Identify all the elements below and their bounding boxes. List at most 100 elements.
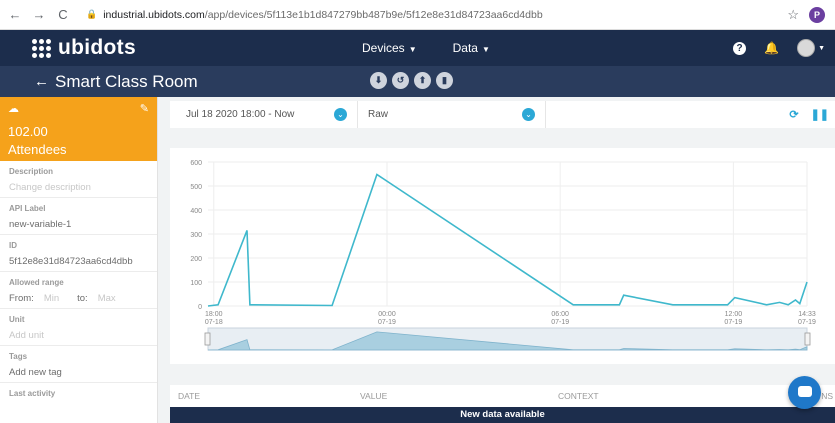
range-max-input[interactable]: Max [98, 293, 116, 304]
api-label-field: API Label new-variable-1 [0, 198, 157, 235]
forward-arrow-icon[interactable]: → [30, 7, 48, 22]
y-tick-label: 200 [190, 256, 202, 263]
device-header: ← Smart Class Room ⬇ ↺ ⬆ ▮ [0, 66, 835, 97]
x-tick-label: 18:00 [205, 311, 223, 318]
devices-menu-label: Devices [362, 41, 405, 55]
devices-menu[interactable]: Devices ▼ [362, 41, 417, 55]
api-label-input[interactable]: new-variable-1 [9, 219, 148, 230]
device-title: Smart Class Room [55, 71, 198, 91]
id-value: 5f12e8e31d84723aa6cd4dbb [9, 256, 133, 267]
column-date[interactable]: DATE [178, 391, 200, 401]
allowed-range-label: Allowed range [9, 278, 64, 287]
navigator-right-handle[interactable] [804, 332, 811, 346]
refresh-icon[interactable]: ⟳ [789, 108, 798, 121]
id-label: ID [9, 241, 17, 250]
chart-toolbar: Jul 18 2020 18:00 - Now ⌄ Raw ⌄ ⟳ ❚❚ [170, 101, 835, 128]
x-tick-date: 07-19 [378, 319, 396, 326]
x-tick-label: 14:33 [798, 311, 816, 318]
y-tick-label: 0 [198, 304, 202, 311]
description-field: Description Change description [0, 161, 157, 198]
description-input[interactable]: Change description [9, 182, 148, 193]
profile-avatar[interactable]: P [809, 6, 825, 23]
download-icon[interactable]: ⬇ [370, 72, 387, 89]
x-tick-label: 00:00 [378, 311, 396, 318]
chevron-down-icon[interactable]: ⌄ [334, 108, 347, 121]
new-data-banner[interactable]: New data available [170, 407, 835, 423]
x-tick-date: 07-19 [798, 319, 816, 326]
data-menu[interactable]: Data ▼ [453, 41, 490, 55]
back-to-device-link[interactable]: ← Smart Class Room [34, 72, 198, 92]
aggregation-label: Raw [368, 109, 389, 120]
tags-label: Tags [9, 352, 28, 361]
cloud-upload-icon: ☁ [8, 103, 19, 115]
variable-name[interactable]: Attendees [8, 142, 67, 157]
aggregation-select[interactable]: Raw ⌄ [358, 101, 546, 128]
variable-card: ☁ ✎ 102.00 Attendees [0, 97, 157, 161]
tags-field: Tags Add new tag [0, 346, 157, 383]
url-path: /app/devices/5f113e1b1d847279bb487b9e/5f… [204, 8, 543, 21]
y-tick-label: 600 [190, 160, 202, 167]
delete-icon[interactable]: ▮ [436, 72, 453, 89]
x-tick-date: 07-19 [551, 319, 569, 326]
caret-down-icon: ▼ [408, 45, 417, 54]
y-tick-label: 400 [190, 208, 202, 215]
last-activity-label: Last activity [9, 389, 56, 398]
back-arrow-icon: ← [34, 73, 49, 90]
values-table-header: DATE VALUE CONTEXT NS [170, 385, 835, 407]
lock-icon: 🔒 [86, 9, 98, 19]
x-tick-label: 12:00 [725, 311, 743, 318]
user-avatar[interactable] [797, 39, 816, 57]
address-bar[interactable]: 🔒 industrial.ubidots.com/app/devices/5f1… [86, 9, 543, 21]
logo-dots-icon [32, 38, 51, 58]
y-tick-label: 100 [190, 280, 202, 287]
x-tick-date: 07-18 [205, 319, 223, 326]
caret-down-icon: ▼ [481, 45, 490, 54]
ubidots-logo[interactable]: ubidots [32, 36, 136, 60]
back-arrow-icon[interactable]: ← [6, 7, 24, 22]
logo-text: ubidots [58, 36, 136, 59]
unit-input[interactable]: Add unit [9, 330, 148, 341]
navigator-left-handle[interactable] [204, 332, 211, 346]
last-activity-field: Last activity [0, 383, 157, 420]
chevron-down-icon[interactable]: ⌄ [522, 108, 535, 121]
x-tick-date: 07-19 [724, 319, 742, 326]
browser-bar: ← → C 🔒 industrial.ubidots.com/app/devic… [0, 0, 835, 30]
date-range-label: Jul 18 2020 18:00 - Now [186, 109, 295, 120]
upload-icon[interactable]: ⬆ [414, 72, 431, 89]
api-label-label: API Label [9, 204, 46, 213]
y-tick-label: 300 [190, 232, 202, 239]
pause-icon[interactable]: ❚❚ [811, 108, 829, 121]
data-menu-label: Data [452, 41, 478, 55]
id-field: ID 5f12e8e31d84723aa6cd4dbb [0, 235, 157, 272]
help-icon[interactable]: ? [733, 41, 747, 55]
bookmark-star-icon[interactable]: ☆ [787, 7, 799, 23]
range-from-label: From: [9, 293, 34, 304]
bell-icon[interactable]: 🔔 [764, 41, 779, 55]
date-range-picker[interactable]: Jul 18 2020 18:00 - Now ⌄ [170, 101, 358, 128]
description-label: Description [9, 167, 54, 176]
range-to-label: to: [77, 293, 88, 304]
line-chart: 010020030040050060018:0007-1800:0007-190… [190, 160, 816, 351]
url-domain: industrial.ubidots.com [103, 8, 205, 21]
variable-sidebar: ☁ ✎ 102.00 Attendees Description Change … [0, 97, 158, 423]
chat-bubble-icon [798, 386, 812, 397]
edit-pencil-icon[interactable]: ✎ [140, 102, 149, 115]
unit-label: Unit [9, 315, 25, 324]
allowed-range-field: Allowed range From: Min to: Max [0, 272, 157, 309]
variable-value: 102.00 [8, 124, 48, 139]
range-min-input[interactable]: Min [44, 293, 59, 304]
top-navbar: ubidots Devices ▼ Data ▼ ? 🔔 ▼ [0, 30, 835, 66]
add-tag-input[interactable]: Add new tag [9, 367, 148, 378]
x-tick-label: 06:00 [551, 311, 569, 318]
chart-panel: 0 100 200 300 400 500 600 18:00 07-18 00:00 07-19 0… [170, 148, 835, 364]
series-line [207, 173, 808, 307]
history-icon[interactable]: ↺ [392, 72, 409, 89]
column-actions: NS [821, 391, 833, 401]
unit-field: Unit Add unit [0, 309, 157, 346]
caret-down-icon[interactable]: ▼ [818, 45, 825, 52]
reload-icon[interactable]: C [54, 7, 72, 22]
chat-button[interactable] [788, 376, 821, 409]
column-value[interactable]: VALUE [360, 391, 387, 401]
y-tick-label: 500 [190, 184, 202, 191]
column-context[interactable]: CONTEXT [558, 391, 599, 401]
